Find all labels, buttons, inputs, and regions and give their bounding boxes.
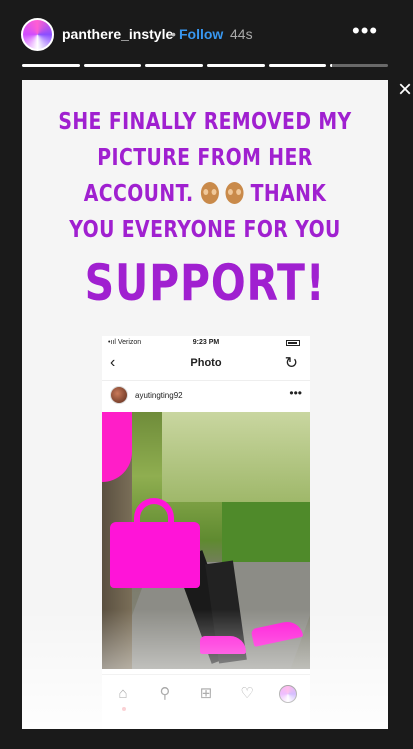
more-options-icon[interactable]: ••• xyxy=(352,20,382,44)
progress-segment xyxy=(268,64,327,67)
embedded-phone-screenshot: •ııl Verizon 9:23 PM ‹ Photo ↻ ayutingti… xyxy=(102,336,310,729)
separator-dot: • xyxy=(171,26,176,42)
progress-segment xyxy=(330,64,389,67)
story-timestamp: 44s xyxy=(230,26,253,42)
photo-background-trees xyxy=(162,412,310,502)
post-header: ayutingting92 ••• xyxy=(102,380,310,410)
progress-segment-fill xyxy=(83,64,142,67)
phone-tab-bar: ⌂ ⚲ ⊞ ♡ xyxy=(102,674,310,714)
progress-segment xyxy=(83,64,142,67)
user-avatar[interactable] xyxy=(21,18,54,51)
post-photo xyxy=(102,412,310,669)
story-header: panthere_instyle • Follow 44s ••• xyxy=(0,0,413,66)
post-avatar xyxy=(110,386,128,404)
story-card[interactable]: SHE FINALLY REMOVED MY PICTURE FROM HER … xyxy=(22,80,388,729)
caption-line-4: YOU EVERYONE FOR YOU xyxy=(69,217,341,243)
progress-segment-fill xyxy=(207,64,265,67)
phone-clock: 9:23 PM xyxy=(192,339,220,346)
progress-segment xyxy=(145,64,204,67)
photo-pink-handbag xyxy=(110,522,200,588)
close-icon[interactable]: × xyxy=(398,76,413,103)
follow-button[interactable]: Follow xyxy=(179,26,223,42)
post-more-icon: ••• xyxy=(289,386,302,400)
search-icon: ⚲ xyxy=(159,685,171,702)
phone-nav-bar: ‹ Photo ↻ xyxy=(102,352,310,376)
progress-segment xyxy=(22,64,80,67)
progress-segment-fill xyxy=(268,64,327,67)
see-no-evil-monkey-icon xyxy=(200,182,219,204)
progress-segment-fill xyxy=(330,64,333,67)
photo-pink-shoe xyxy=(200,636,246,654)
caption-line-3: ACCOUNT. THANK xyxy=(55,176,355,212)
caption-line-1: SHE FINALLY REMOVED MY xyxy=(58,109,352,135)
profile-avatar-icon xyxy=(279,685,297,703)
progress-segment xyxy=(207,64,265,67)
home-icon: ⌂ xyxy=(118,685,128,702)
story-progress-bar xyxy=(22,64,389,67)
story-caption: SHE FINALLY REMOVED MY PICTURE FROM HER … xyxy=(22,104,388,318)
heart-icon: ♡ xyxy=(240,685,254,702)
phone-page-title: Photo xyxy=(190,357,222,369)
caption-support: SUPPORT! xyxy=(84,254,326,312)
add-post-icon: ⊞ xyxy=(199,685,213,702)
battery-icon xyxy=(286,340,300,346)
post-username: ayutingting92 xyxy=(135,391,183,400)
caption-line-2: PICTURE FROM HER xyxy=(97,145,313,171)
phone-status-bar: •ııl Verizon 9:23 PM xyxy=(102,336,310,350)
caption-line-3-tail: THANK xyxy=(250,181,327,207)
caption-line-3-text: ACCOUNT. xyxy=(83,181,194,207)
refresh-icon: ↻ xyxy=(284,355,298,372)
see-no-evil-monkey-icon xyxy=(225,182,244,204)
progress-segment-fill xyxy=(145,64,204,67)
progress-segment-fill xyxy=(22,64,80,67)
username[interactable]: panthere_instyle xyxy=(62,26,173,42)
notification-dot xyxy=(122,707,126,711)
